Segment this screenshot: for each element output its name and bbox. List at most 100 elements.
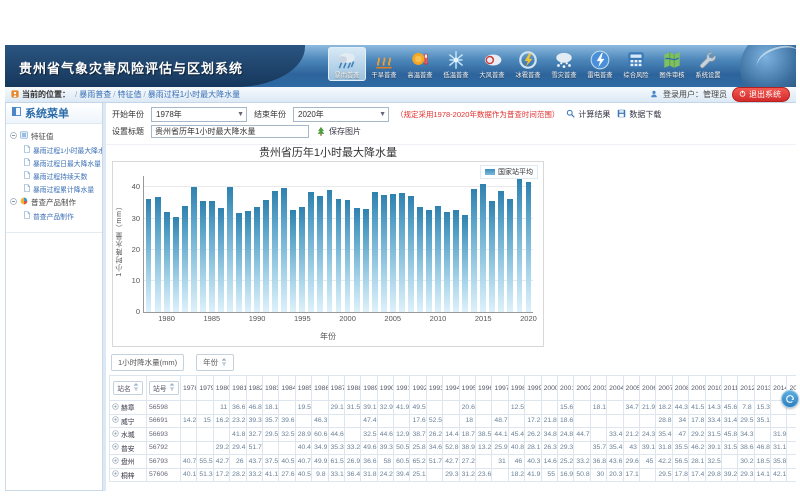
tree-leaf[interactable]: 暴雨过程日最大降水量 bbox=[24, 156, 102, 169]
year-column-header[interactable]: 2009 bbox=[689, 376, 705, 401]
bar-1991[interactable] bbox=[263, 200, 269, 312]
bar-1999[interactable] bbox=[336, 199, 342, 312]
collapse-toggle-icon[interactable] bbox=[10, 132, 17, 141]
bar-2004[interactable] bbox=[381, 195, 387, 312]
row-radio[interactable] bbox=[112, 403, 119, 412]
year-column-header[interactable]: 1984 bbox=[279, 376, 295, 401]
bar-2001[interactable] bbox=[354, 208, 360, 312]
nav-item-composite[interactable]: 综合风险 bbox=[618, 47, 654, 81]
bar-2018[interactable] bbox=[507, 199, 513, 312]
bar-2011[interactable] bbox=[444, 212, 450, 312]
year-column-header[interactable]: 1985 bbox=[295, 376, 311, 401]
bar-2007[interactable] bbox=[408, 196, 414, 313]
year-column-header[interactable]: 1994 bbox=[443, 376, 459, 401]
tree-group[interactable]: 普查产品制作 bbox=[10, 195, 102, 209]
bar-1997[interactable] bbox=[317, 196, 323, 312]
bar-1985[interactable] bbox=[209, 201, 215, 312]
nav-item-map-review[interactable]: 图件审核 bbox=[654, 47, 690, 81]
year-column-header[interactable]: 1988 bbox=[344, 376, 360, 401]
bar-1980[interactable] bbox=[164, 212, 170, 312]
bar-1981[interactable] bbox=[173, 217, 179, 312]
bar-1992[interactable] bbox=[272, 191, 278, 312]
bar-2006[interactable] bbox=[399, 193, 405, 312]
breadcrumb-item[interactable]: 特征值 bbox=[117, 90, 141, 99]
year-column-header[interactable]: 1981 bbox=[230, 376, 246, 401]
bar-2020[interactable] bbox=[526, 182, 532, 312]
year-column-header[interactable]: 1982 bbox=[246, 376, 262, 401]
tree-leaf[interactable]: 暴雨过程1小时最大降水量 bbox=[24, 143, 102, 156]
nav-item-lightning[interactable]: 雷电普查 bbox=[582, 47, 618, 81]
year-column-header[interactable]: 1996 bbox=[476, 376, 492, 401]
row-radio[interactable] bbox=[112, 443, 119, 452]
bar-1979[interactable] bbox=[155, 197, 161, 312]
year-column-header[interactable]: 2002 bbox=[574, 376, 590, 401]
station-id-header[interactable]: 站号 bbox=[149, 381, 179, 395]
chart-title-input[interactable] bbox=[151, 125, 309, 138]
bar-2000[interactable] bbox=[345, 200, 351, 312]
year-column-header[interactable]: 2003 bbox=[590, 376, 606, 401]
bar-1978[interactable] bbox=[146, 199, 152, 312]
year-column-header[interactable]: 1993 bbox=[426, 376, 442, 401]
nav-item-cold[interactable]: 低温普查 bbox=[438, 47, 474, 81]
nav-item-rainstorm[interactable]: 暴雨普查 bbox=[328, 47, 366, 81]
bar-2019[interactable] bbox=[517, 179, 523, 312]
year-column-header[interactable]: 1992 bbox=[410, 376, 426, 401]
year-column-header[interactable]: 2001 bbox=[557, 376, 573, 401]
bar-1983[interactable] bbox=[191, 187, 197, 312]
bar-1990[interactable] bbox=[254, 207, 260, 312]
year-column-header[interactable]: 1997 bbox=[492, 376, 508, 401]
nav-item-drought[interactable]: 干旱普查 bbox=[366, 47, 402, 81]
year-column-header[interactable]: 2011 bbox=[721, 376, 737, 401]
row-radio[interactable] bbox=[112, 430, 119, 439]
year-column-header[interactable]: 1990 bbox=[377, 376, 393, 401]
year-column-header[interactable]: 1980 bbox=[213, 376, 229, 401]
start-year-select[interactable]: 1978年▼ bbox=[151, 107, 247, 122]
tree-leaf[interactable]: 暴雨过程累计降水量 bbox=[24, 182, 102, 195]
year-column-header[interactable]: 1998 bbox=[508, 376, 524, 401]
bar-1982[interactable] bbox=[182, 206, 188, 313]
year-sort-chip[interactable]: 年份 bbox=[196, 354, 234, 371]
bar-1988[interactable] bbox=[236, 213, 242, 312]
tree-leaf[interactable]: 普查产品制作 bbox=[24, 209, 102, 222]
bar-1996[interactable] bbox=[308, 192, 314, 312]
bar-1993[interactable] bbox=[281, 188, 287, 312]
station-name-header[interactable]: 站名 bbox=[113, 381, 143, 395]
save-image-button[interactable]: 保存图片 bbox=[316, 126, 361, 138]
year-column-header[interactable]: 2004 bbox=[607, 376, 623, 401]
bar-2003[interactable] bbox=[372, 192, 378, 312]
row-radio[interactable] bbox=[112, 470, 119, 479]
year-column-header[interactable]: 2006 bbox=[639, 376, 655, 401]
tree-leaf[interactable]: 暴雨过程持续天数 bbox=[24, 169, 102, 182]
year-column-header[interactable]: 1987 bbox=[328, 376, 344, 401]
bar-1984[interactable] bbox=[200, 201, 206, 312]
year-column-header[interactable]: 1991 bbox=[394, 376, 410, 401]
bar-2005[interactable] bbox=[390, 194, 396, 312]
breadcrumb-item[interactable]: 暴雨普查 bbox=[79, 90, 111, 99]
breadcrumb-item[interactable]: 暴雨过程1小时最大降水量 bbox=[148, 90, 240, 99]
year-column-header[interactable]: 2008 bbox=[672, 376, 688, 401]
nav-item-hail[interactable]: 冰雹普查 bbox=[510, 47, 546, 81]
year-column-header[interactable]: 2005 bbox=[623, 376, 639, 401]
bar-2010[interactable] bbox=[435, 206, 441, 312]
bar-1986[interactable] bbox=[218, 208, 224, 312]
year-column-header[interactable]: 2010 bbox=[705, 376, 721, 401]
year-column-header[interactable]: 2000 bbox=[541, 376, 557, 401]
bar-1995[interactable] bbox=[299, 207, 305, 312]
year-column-header[interactable]: 1986 bbox=[312, 376, 328, 401]
bar-2013[interactable] bbox=[462, 215, 468, 313]
bar-2014[interactable] bbox=[471, 189, 477, 312]
year-column-header[interactable]: 1989 bbox=[361, 376, 377, 401]
bar-1998[interactable] bbox=[327, 190, 333, 312]
year-column-header[interactable]: 1999 bbox=[525, 376, 541, 401]
calculate-button[interactable]: 计算结果 bbox=[566, 109, 610, 120]
bar-1989[interactable] bbox=[245, 211, 251, 312]
row-radio[interactable] bbox=[112, 457, 119, 466]
bar-2009[interactable] bbox=[426, 210, 432, 312]
year-column-header[interactable]: 2007 bbox=[656, 376, 672, 401]
nav-item-wind[interactable]: 大风普查 bbox=[474, 47, 510, 81]
bar-2002[interactable] bbox=[363, 209, 369, 312]
refresh-float-button[interactable] bbox=[781, 390, 799, 408]
logout-button[interactable]: 退出系统 bbox=[732, 87, 790, 102]
bar-2016[interactable] bbox=[489, 201, 495, 312]
year-column-header[interactable]: 1978 bbox=[181, 376, 197, 401]
